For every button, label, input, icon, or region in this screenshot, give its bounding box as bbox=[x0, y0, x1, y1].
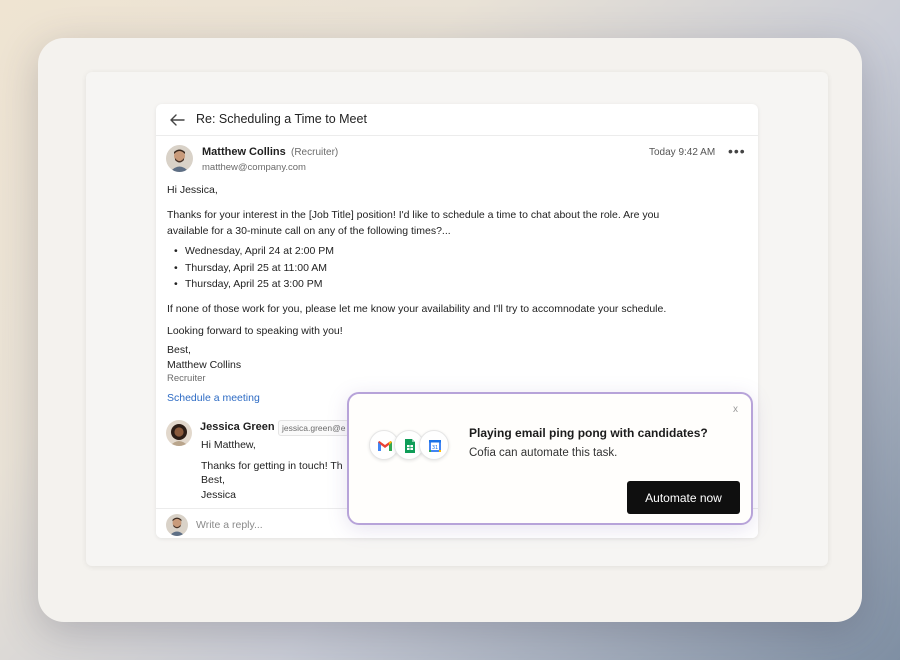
more-options-icon[interactable]: ••• bbox=[728, 144, 746, 158]
reply-sender-name: Jessica Green bbox=[200, 421, 275, 433]
email-intro-line-2: available for a 30-minute call on any of… bbox=[167, 225, 451, 237]
email-subject: Re: Scheduling a Time to Meet bbox=[196, 112, 367, 126]
email-timestamp: Today 9:42 AM bbox=[649, 147, 716, 158]
reply-avatar bbox=[166, 420, 192, 446]
sender-name: Matthew Collins bbox=[202, 146, 286, 158]
reply-greeting: Hi Matthew, bbox=[201, 439, 256, 451]
list-item: Thursday, April 25 at 3:00 PM bbox=[174, 278, 334, 295]
email-fallback: If none of those work for you, please le… bbox=[167, 303, 667, 315]
sender-email: matthew@company.com bbox=[202, 162, 306, 173]
proposed-times-list: Wednesday, April 24 at 2:00 PM Thursday,… bbox=[174, 245, 334, 295]
app-icons: 31 bbox=[369, 430, 449, 462]
google-calendar-icon: 31 bbox=[419, 430, 449, 460]
back-arrow-icon[interactable] bbox=[168, 112, 186, 128]
compose-avatar bbox=[166, 514, 188, 536]
sender-role: (Recruiter) bbox=[291, 147, 339, 158]
email-signoff: Best, bbox=[167, 344, 191, 356]
email-closing: Looking forward to speaking with you! bbox=[167, 325, 343, 337]
popup-title: Playing email ping pong with candidates? bbox=[469, 426, 708, 440]
signature-name: Matthew Collins bbox=[167, 359, 242, 371]
sender-avatar bbox=[166, 145, 193, 172]
automate-now-button[interactable]: Automate now bbox=[627, 481, 740, 514]
reply-sender-email: jessica.green@e bbox=[278, 420, 350, 436]
close-icon[interactable]: x bbox=[733, 404, 738, 415]
list-item: Thursday, April 25 at 11:00 AM bbox=[174, 262, 334, 279]
email-header: Re: Scheduling a Time to Meet bbox=[156, 104, 758, 136]
automation-popup: x 31 Playing email ping pong with candid… bbox=[347, 392, 753, 525]
email-greeting: Hi Jessica, bbox=[167, 184, 218, 196]
reply-signature: Jessica bbox=[201, 489, 237, 501]
svg-text:31: 31 bbox=[432, 445, 438, 451]
reply-text: Thanks for getting in touch! Th bbox=[201, 460, 343, 472]
schedule-meeting-link[interactable]: Schedule a meeting bbox=[167, 392, 260, 404]
popup-subtitle: Cofia can automate this task. bbox=[469, 447, 618, 459]
list-item: Wednesday, April 24 at 2:00 PM bbox=[174, 245, 334, 262]
signature-role: Recruiter bbox=[167, 373, 206, 384]
email-intro-line-1: Thanks for your interest in the [Job Tit… bbox=[167, 209, 660, 221]
reply-signoff: Best, bbox=[201, 474, 225, 486]
